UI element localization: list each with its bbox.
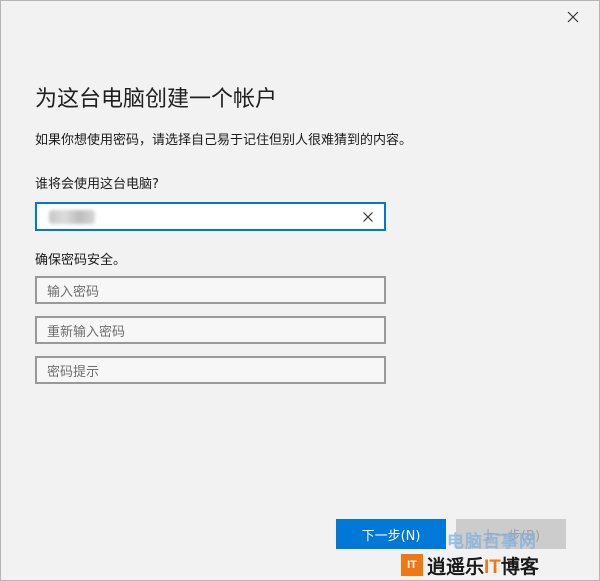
password-field[interactable]: 输入密码 bbox=[35, 276, 386, 304]
clear-icon[interactable] bbox=[360, 209, 376, 225]
watermark-badge: IT bbox=[401, 554, 423, 576]
page-title: 为这台电脑创建一个帐户 bbox=[35, 87, 278, 112]
next-button[interactable]: 下一步(N) bbox=[336, 519, 446, 549]
watermark-blog-name: 逍遥乐IT博客 bbox=[427, 552, 539, 579]
password-hint-field[interactable]: 密码提示 bbox=[35, 356, 386, 384]
password-placeholder: 输入密码 bbox=[47, 284, 100, 300]
password-hint-placeholder: 密码提示 bbox=[47, 364, 100, 380]
watermark-blog-it: IT bbox=[484, 556, 501, 578]
reenter-password-field[interactable]: 重新输入密码 bbox=[35, 316, 386, 344]
watermark-site: 电脑百事网 bbox=[447, 532, 537, 552]
account-dialog: 为这台电脑创建一个帐户 如果你想使用密码，请选择自己易于记住但别人很难猜到的内容… bbox=[0, 0, 600, 581]
close-icon bbox=[567, 11, 579, 23]
reenter-password-placeholder: 重新输入密码 bbox=[47, 324, 126, 340]
user-name-label: 谁将会使用这台电脑? bbox=[35, 177, 159, 192]
watermark-blog-post: 博客 bbox=[500, 556, 539, 578]
user-name-input[interactable] bbox=[35, 202, 386, 231]
password-section-label: 确保密码安全。 bbox=[35, 253, 127, 268]
watermark-logo: IT 逍遥乐IT博客 bbox=[401, 551, 596, 579]
close-button[interactable] bbox=[561, 5, 585, 29]
page-description: 如果你想使用密码，请选择自己易于记住但别人很难猜到的内容。 bbox=[35, 133, 413, 148]
watermark-blog-pre: 逍遥乐 bbox=[427, 556, 485, 578]
user-name-value bbox=[49, 209, 95, 224]
